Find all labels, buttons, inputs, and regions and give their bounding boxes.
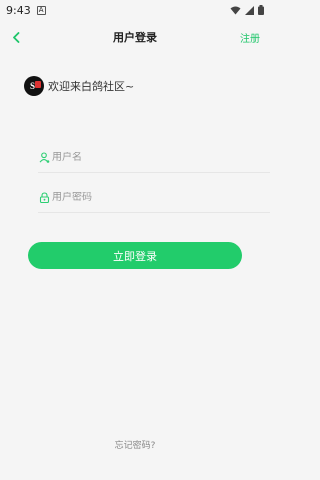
forgot-password-link[interactable]: 忘记密码? [0, 438, 270, 451]
username-input[interactable] [52, 152, 252, 163]
status-time: 9:43 [6, 3, 31, 17]
status-icons [230, 5, 264, 15]
welcome-text: 欢迎来白鸽社区~ [48, 80, 135, 93]
password-input[interactable] [52, 192, 252, 203]
back-button[interactable] [6, 24, 26, 50]
chevron-left-icon [13, 31, 20, 43]
username-field [38, 143, 270, 173]
wifi-icon [230, 6, 241, 14]
lock-icon [38, 192, 50, 204]
battery-icon [258, 5, 264, 15]
login-button[interactable]: 立即登录 [28, 242, 242, 269]
header: 用户登录 注册 [0, 24, 270, 50]
avatar: S [24, 76, 44, 96]
user-icon [38, 152, 50, 164]
register-link[interactable]: 注册 [240, 30, 260, 45]
notification-icon: A [36, 5, 46, 15]
signal-icon [245, 5, 254, 15]
status-bar: 9:43 A [0, 0, 270, 20]
avatar-logo-mark [35, 81, 41, 88]
password-field [38, 183, 270, 213]
page-title: 用户登录 [113, 31, 157, 44]
welcome-row: S 欢迎来白鸽社区~ [24, 76, 134, 96]
